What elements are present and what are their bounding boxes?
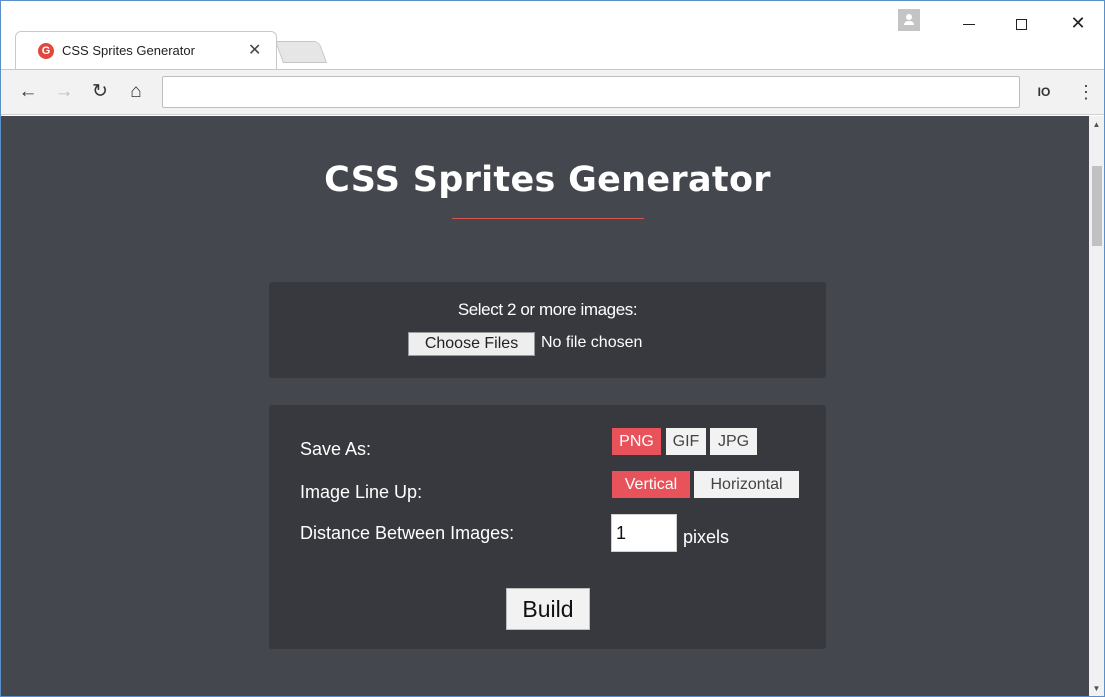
format-png-button[interactable]: PNG [612,428,661,455]
save-as-label: Save As: [300,439,372,459]
lineup-horizontal-button[interactable]: Horizontal [694,471,799,498]
build-button[interactable]: Build [506,588,590,630]
extension-icon[interactable]: IO [1033,83,1055,101]
address-bar[interactable] [162,76,1020,108]
choose-files-button[interactable]: Choose Files [408,332,535,356]
tab-title: CSS Sprites Generator [62,43,195,58]
pixels-unit-label: pixels [683,527,730,547]
close-icon[interactable]: ✕ [248,40,261,60]
format-jpg-button[interactable]: JPG [710,428,757,455]
new-tab-button[interactable] [274,41,328,63]
arrow-left-icon[interactable]: ← [17,81,39,103]
browser-toolbar: ← → ↻ ⌂ IO ⋮ [1,69,1104,115]
scroll-up-icon[interactable]: ▲ [1089,120,1104,130]
vertical-scrollbar[interactable]: ▲ ▼ [1089,116,1104,696]
g-logo-icon: G [38,43,54,59]
format-gif-button[interactable]: GIF [666,428,706,455]
scroll-thumb[interactable] [1092,166,1102,246]
maximize-button[interactable] [1006,9,1036,37]
maximize-icon [1015,18,1027,30]
reload-icon[interactable]: ↻ [89,81,111,103]
minimize-button[interactable] [954,9,984,37]
kebab-menu-icon[interactable]: ⋮ [1077,80,1095,104]
browser-window: G CSS Sprites Generator ✕ ✕ ← → ↻ ⌂ IO ⋮… [0,0,1105,697]
upload-label: Select 2 or more images: [457,300,638,319]
tab-strip: G CSS Sprites Generator ✕ ✕ [1,1,1104,69]
arrow-right-icon[interactable]: → [53,81,75,103]
page-title: CSS Sprites Generator [324,160,771,200]
page-viewport: CSS Sprites Generator Select 2 or more i… [1,116,1089,696]
lineup-vertical-button[interactable]: Vertical [612,471,690,498]
title-underline [452,218,644,219]
file-status: No file chosen [541,334,643,351]
distance-label: Distance Between Images: [300,523,515,543]
scroll-down-icon[interactable]: ▼ [1089,684,1104,694]
lineup-label: Image Line Up: [300,482,423,502]
upload-panel: Select 2 or more images: Choose Files No… [269,282,826,378]
distance-input[interactable] [611,514,677,552]
profile-icon[interactable] [898,9,920,31]
home-icon[interactable]: ⌂ [125,81,147,103]
options-panel: Save As: PNG GIF JPG Image Line Up: Vert… [269,405,826,649]
browser-tab[interactable]: G CSS Sprites Generator ✕ [15,31,277,69]
window-close-button[interactable]: ✕ [1063,9,1093,37]
minimize-icon [963,23,975,25]
